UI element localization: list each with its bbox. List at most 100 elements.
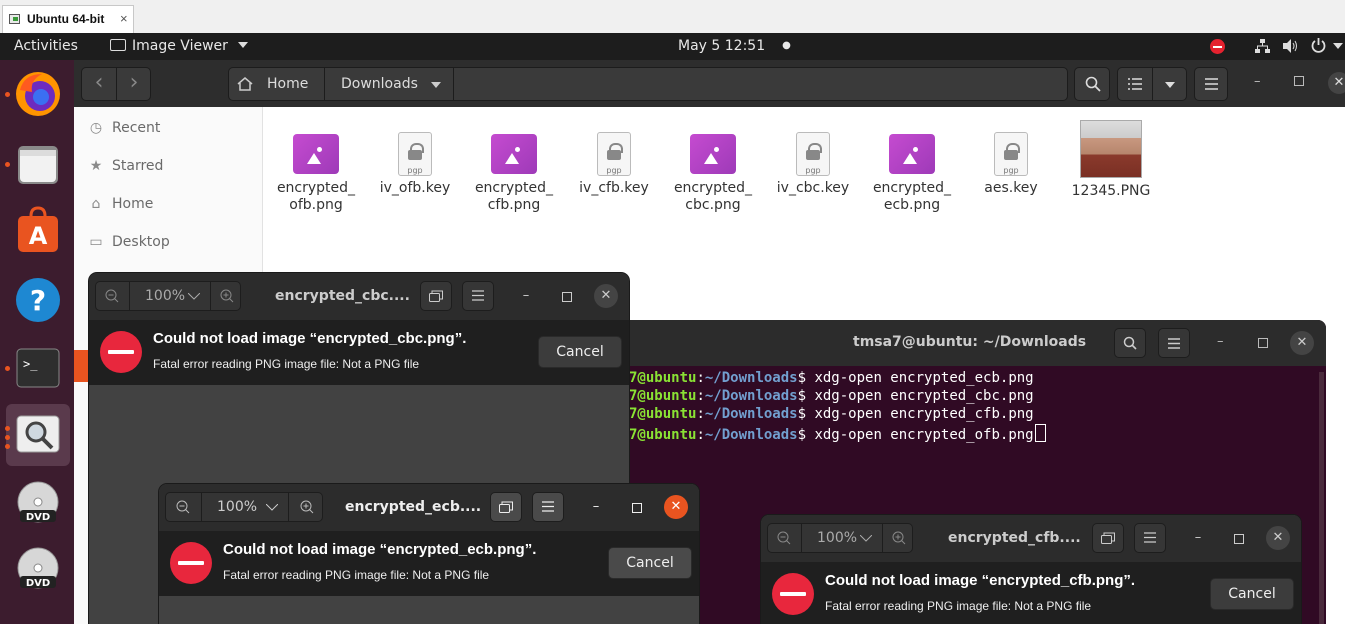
file-item[interactable]: pgp iv_ofb.key — [365, 132, 465, 197]
zoom-level[interactable]: 100% — [201, 493, 289, 521]
file-name: 12345.PNG — [1071, 183, 1151, 199]
terminal-search-button[interactable] — [1114, 328, 1146, 358]
svg-text:?: ? — [30, 284, 46, 317]
minimize-button[interactable]: – — [1217, 334, 1224, 349]
zoom-out-button[interactable] — [166, 493, 200, 521]
minimize-button[interactable]: – — [514, 284, 538, 308]
zoom-in-button[interactable] — [212, 282, 242, 310]
key-file-icon: pgp — [994, 132, 1028, 176]
image-viewer-icon[interactable] — [14, 410, 62, 458]
viewer-menu-button[interactable] — [1134, 523, 1166, 553]
zoom-in-button[interactable] — [884, 524, 914, 552]
zoom-in-icon — [892, 531, 906, 545]
cancel-button[interactable]: Cancel — [1210, 578, 1294, 610]
gallery-icon — [1101, 532, 1115, 544]
cancel-button[interactable]: Cancel — [538, 336, 622, 368]
file-name: cfb.png — [487, 197, 541, 213]
file-item[interactable]: encrypted_ ofb.png — [266, 132, 366, 214]
terminal-line: 7@ubuntu:~/Downloads$ xdg-open encrypted… — [629, 388, 1034, 404]
prompt-path: ~/Downloads — [704, 406, 798, 422]
minimize-button[interactable]: – — [1186, 526, 1210, 550]
path-home[interactable]: Home — [267, 76, 308, 92]
zoom-out-button[interactable] — [96, 282, 128, 310]
chevron-down-icon — [238, 42, 249, 48]
path-downloads[interactable]: Downloads — [341, 76, 418, 92]
file-item[interactable]: encrypted_ cbc.png — [663, 132, 763, 214]
clock[interactable]: May 5 12:51 ● — [678, 38, 791, 54]
dvd-icon[interactable]: DVD — [14, 546, 62, 594]
vm-tab-close-icon[interactable]: × — [120, 11, 128, 26]
close-button[interactable]: ✕ — [594, 284, 618, 308]
terminal-menu-button[interactable] — [1158, 328, 1190, 358]
app-center-icon[interactable]: A — [14, 206, 62, 254]
maximize-button[interactable] — [1294, 76, 1304, 86]
dvd-icon[interactable]: DVD — [14, 480, 62, 528]
forward-button[interactable]: › — [117, 70, 151, 95]
cancel-button[interactable]: Cancel — [608, 547, 692, 579]
running-indicator — [5, 444, 10, 449]
photo-thumbnail — [1080, 120, 1142, 178]
file-item[interactable]: 12345.PNG — [1061, 120, 1161, 200]
gallery-button[interactable] — [490, 492, 522, 522]
terminal-line: 7@ubuntu:~/Downloads$ xdg-open encrypted… — [629, 370, 1034, 386]
zoom-level[interactable]: 100% — [801, 524, 883, 552]
sidebar-item-recent[interactable]: ◷ Recent — [88, 120, 161, 136]
image-viewer-icon — [110, 39, 126, 51]
maximize-button[interactable] — [562, 292, 572, 302]
error-detail: Fatal error reading PNG image file: Not … — [153, 357, 420, 371]
file-item[interactable]: pgp iv_cbc.key — [763, 132, 863, 197]
search-button[interactable] — [1074, 67, 1110, 101]
back-button[interactable]: ‹ — [82, 70, 116, 95]
viewer-menu-button[interactable] — [532, 492, 564, 522]
vm-tab[interactable]: Ubuntu 64-bit × — [2, 5, 134, 33]
file-item[interactable]: encrypted_ ecb.png — [862, 132, 962, 214]
app-menu[interactable]: Image Viewer — [110, 38, 249, 54]
close-button[interactable]: ✕ — [1266, 526, 1290, 550]
activities-button[interactable]: Activities — [14, 38, 78, 54]
zoom-out-button[interactable] — [768, 524, 800, 552]
help-icon[interactable]: ? — [14, 276, 62, 324]
menu-button[interactable] — [1194, 67, 1228, 101]
viewer-menu-button[interactable] — [462, 281, 494, 311]
file-item[interactable]: pgp iv_cfb.key — [564, 132, 664, 197]
network-icon[interactable] — [1255, 39, 1270, 53]
chevron-down-icon[interactable] — [431, 82, 441, 88]
close-button[interactable]: ✕ — [1328, 72, 1345, 94]
zoom-in-icon — [220, 289, 234, 303]
close-button[interactable]: ✕ — [1290, 331, 1314, 355]
file-item[interactable]: pgp aes.key — [961, 132, 1061, 197]
maximize-button[interactable] — [1258, 338, 1268, 348]
gallery-button[interactable] — [1092, 523, 1124, 553]
files-icon[interactable] — [14, 140, 62, 188]
list-view-icon[interactable] — [1128, 78, 1142, 90]
minimize-button[interactable]: – — [1254, 74, 1261, 89]
sidebar-item-starred[interactable]: ★ Starred — [88, 158, 164, 174]
image-file-icon — [889, 134, 935, 174]
search-icon — [1123, 336, 1137, 350]
terminal-scrollbar[interactable] — [1319, 372, 1324, 624]
maximize-button[interactable] — [632, 503, 642, 513]
maximize-button[interactable] — [1234, 534, 1244, 544]
minimize-button[interactable]: – — [584, 495, 608, 519]
firefox-icon[interactable] — [14, 70, 62, 118]
zoom-value: 100% — [145, 288, 186, 304]
pgp-label: pgp — [407, 166, 423, 175]
gallery-button[interactable] — [420, 281, 452, 311]
terminal-icon[interactable]: >_ — [14, 344, 62, 392]
volume-icon[interactable] — [1283, 39, 1298, 53]
home-icon — [237, 77, 253, 91]
hamburger-icon — [1144, 532, 1156, 543]
close-button[interactable]: ✕ — [664, 495, 688, 519]
file-item[interactable]: encrypted_ cfb.png — [464, 132, 564, 214]
stop-icon[interactable] — [1210, 39, 1225, 54]
chevron-down-icon — [188, 293, 200, 300]
system-menu-chevron-icon[interactable] — [1333, 43, 1343, 50]
app-menu-label: Image Viewer — [132, 38, 228, 54]
chevron-down-icon[interactable] — [1165, 82, 1175, 88]
sidebar-item-desktop[interactable]: ▭ Desktop — [88, 234, 169, 250]
zoom-in-button[interactable] — [290, 493, 324, 521]
power-icon[interactable] — [1311, 38, 1326, 53]
sidebar-item-home[interactable]: ⌂ Home — [88, 196, 154, 212]
prompt-path: ~/Downloads — [704, 427, 798, 443]
zoom-level[interactable]: 100% — [129, 282, 211, 310]
